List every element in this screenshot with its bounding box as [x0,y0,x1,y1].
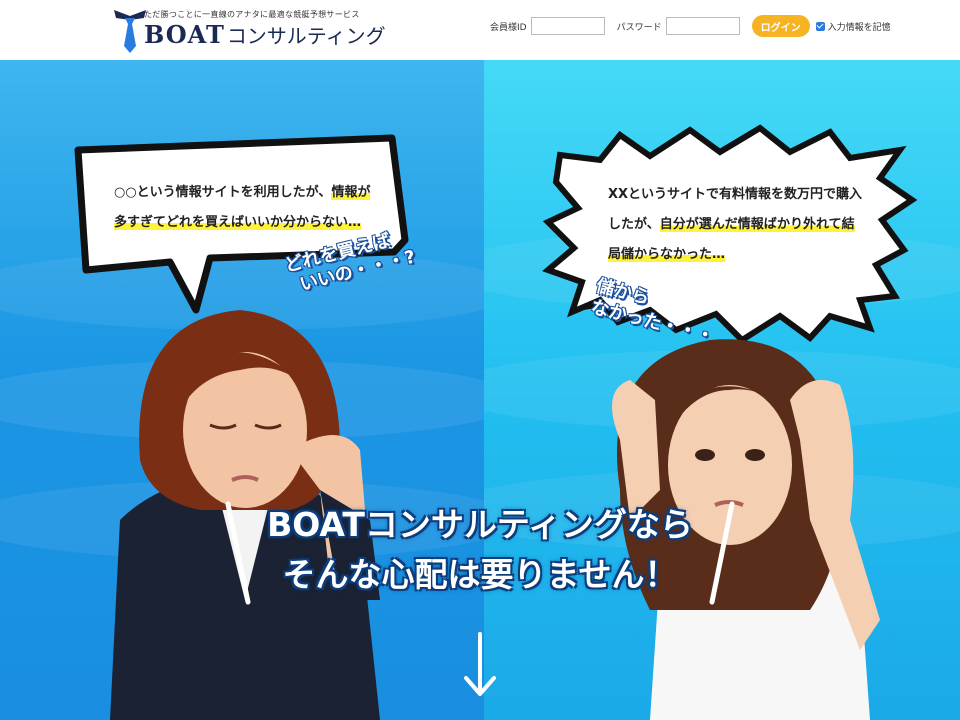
password-label: パスワード [616,22,662,33]
brand-ja: コンサルティング [226,24,386,48]
login-button[interactable]: ログイン [751,15,810,37]
hero-section: ○○という情報サイトを利用したが、情報が 多すぎてどれを買えばいいか分からない…… [0,60,960,720]
headline-line1: BOATコンサルティングなら [267,505,693,544]
down-arrow-icon [464,632,496,696]
password-input[interactable] [665,17,740,35]
headline-line2: そんな心配は要りません！ [282,555,678,594]
headline-brackets [225,501,735,605]
site-logo[interactable]: ただ勝つことに一直線のアナタに最適な競艇予想サービス BOAT コンサルティング [110,6,410,54]
member-id-label: 会員様ID [490,22,527,33]
login-form: 会員様ID パスワード ログイン 入力情報を記憶 [490,14,891,38]
logo-title: BOAT コンサルティング [144,20,386,49]
remember-checkbox[interactable]: 入力情報を記憶 [815,20,891,33]
member-id-input[interactable] [530,17,605,35]
brand-en: BOAT [144,20,225,49]
logo-tagline: ただ勝つことに一直線のアナタに最適な競艇予想サービス [144,10,360,19]
site-header: ただ勝つことに一直線のアナタに最適な競艇予想サービス BOAT コンサルティング … [0,0,960,60]
hero-headline: BOATコンサルティングなら そんな心配は要りません！ [230,500,730,600]
checkbox-checked-icon[interactable] [815,21,825,31]
remember-label: 入力情報を記憶 [827,22,891,33]
